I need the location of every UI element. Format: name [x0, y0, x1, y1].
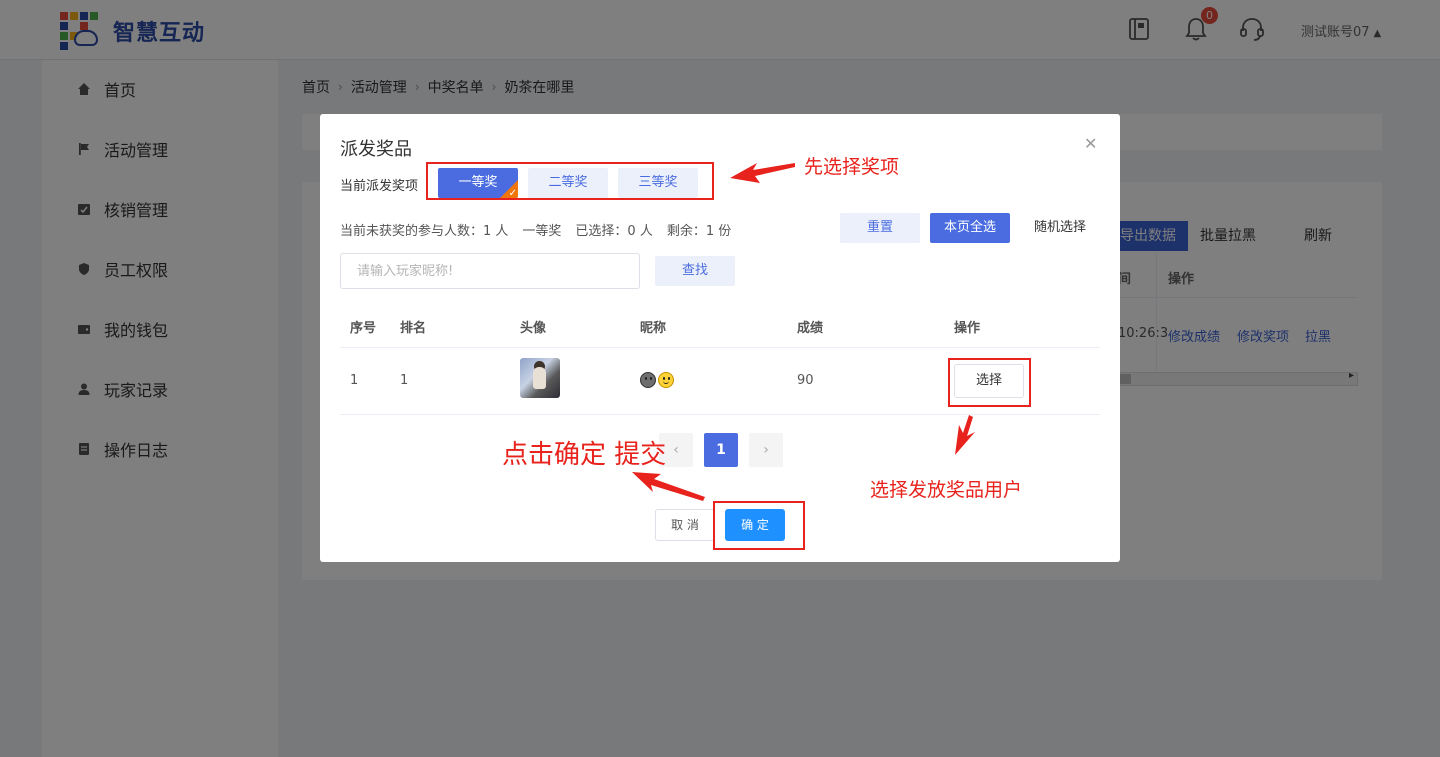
nickname-cell	[640, 372, 674, 388]
column-header: 排名	[400, 321, 427, 336]
dialog-title: 派发奖品	[340, 139, 412, 160]
neutral-face-emoji-icon	[640, 372, 656, 388]
stats-line: 当前未获奖的参与人数：1 人 一等奖 已选择：0 人 剩余：1 份	[340, 220, 731, 239]
random-select-button[interactable]: 随机选择	[1020, 213, 1100, 243]
avatar	[520, 358, 560, 398]
close-icon[interactable]: ✕	[1084, 134, 1097, 153]
column-header: 头像	[520, 321, 547, 336]
rank-cell: 1	[400, 373, 409, 388]
select-highlight-box	[948, 358, 1031, 407]
column-header: 操作	[954, 321, 981, 336]
annotation-select-prize: 先选择奖项	[804, 156, 900, 178]
index-cell: 1	[350, 373, 359, 388]
search-button[interactable]: 查找	[655, 256, 735, 286]
reset-button[interactable]: 重置	[840, 213, 920, 243]
column-header: 成绩	[797, 321, 824, 336]
remaining-count: 剩余：1 份	[666, 224, 732, 239]
nickname-search-input[interactable]	[340, 253, 640, 289]
cancel-button[interactable]: 取 消	[655, 509, 715, 541]
divider	[340, 347, 1100, 348]
current-prize: 一等奖	[522, 224, 562, 239]
next-page-button[interactable]: ›	[749, 433, 783, 467]
annotation-select-user: 选择发放奖品用户	[870, 479, 1023, 501]
prize-highlight-box	[426, 162, 714, 200]
score-cell: 90	[797, 373, 814, 388]
selected-count: 已选择：0 人	[575, 224, 653, 239]
column-header: 昵称	[640, 321, 667, 336]
unawarded-count: 当前未获奖的参与人数：1 人	[340, 224, 509, 239]
confirm-highlight-box	[713, 501, 805, 550]
smiley-emoji-icon	[658, 372, 674, 388]
page-number-button[interactable]: 1	[704, 433, 738, 467]
annotation-confirm-submit: 点击确定 提交	[502, 440, 667, 470]
divider	[340, 414, 1100, 415]
prize-label: 当前派发奖项	[340, 179, 419, 194]
select-page-button[interactable]: 本页全选	[930, 213, 1010, 243]
column-header: 序号	[350, 321, 377, 336]
